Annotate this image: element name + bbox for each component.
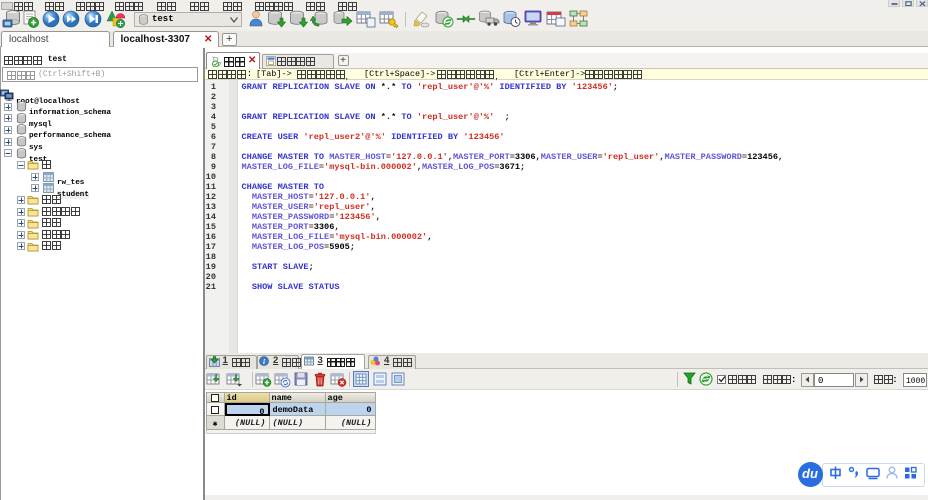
svg-text:du: du [802,466,818,480]
